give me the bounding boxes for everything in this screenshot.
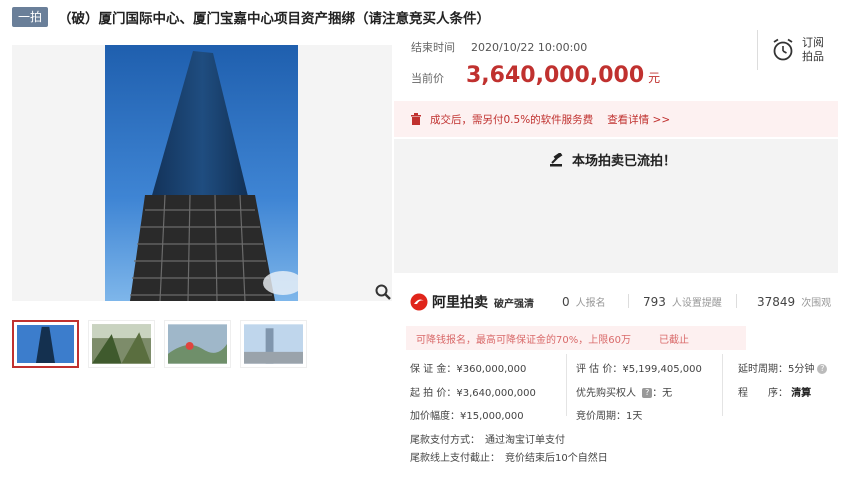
detail-delay: 延时周期：5分钟?	[738, 360, 828, 375]
thumbnail-strip	[12, 320, 307, 368]
auction-status: 本场拍卖已流拍！	[550, 150, 676, 169]
detail-pay-method: 尾款支付方式： 通过淘宝订单支付	[410, 435, 565, 446]
alarm-clock-icon	[773, 38, 793, 61]
subscribe-label-2: 拍品	[802, 50, 824, 63]
detail-pay-deadline: 尾款线上支付截止： 竞价结束后10个自然日	[410, 453, 608, 464]
page-title: （破）厦门国际中心、厦门宝嘉中心项目资产捆绑（请注意竞买人条件）	[58, 11, 491, 27]
current-price: 3,640,000,000	[466, 63, 645, 88]
stat-registered-value: 0	[562, 295, 570, 309]
stat-divider	[628, 294, 629, 308]
thumbnail-3[interactable]	[164, 320, 231, 368]
stat-registered: 0 人报名	[562, 294, 606, 309]
detail-procedure-value: 清算	[791, 388, 812, 399]
building-image	[105, 45, 298, 301]
detail-appraisal: 评 估 价：¥5,199,405,000	[576, 364, 702, 375]
thumbnail-2[interactable]	[88, 320, 155, 368]
help-icon[interactable]: ?	[817, 364, 828, 374]
title-row: 一拍 （破）厦门国际中心、厦门宝嘉中心项目资产捆绑（请注意竞买人条件）	[12, 6, 490, 28]
price-unit: 元	[648, 71, 661, 85]
stat-registered-label: 人报名	[575, 298, 606, 309]
deposit-reduction-status: 已截止	[658, 334, 689, 346]
price-label: 当前价	[411, 72, 444, 85]
alibaba-logo-icon	[410, 293, 428, 311]
detail-procedure-label: 程 序：	[738, 388, 788, 399]
trash-icon	[411, 113, 421, 125]
stat-views-value: 37849	[757, 295, 796, 309]
detail-priority: 优先购买权人 ? ：无	[576, 384, 672, 399]
price-row: 当前价 3,640,000,000 元	[411, 63, 660, 88]
brand-row: 阿里拍卖 破产强清	[410, 292, 534, 312]
detail-priority-value: ：无	[652, 388, 673, 399]
stat-reminders-label: 人设置提醒	[671, 298, 722, 309]
stat-divider	[736, 294, 737, 308]
gavel-icon	[550, 152, 563, 166]
subscribe-button[interactable]: 订阅 拍品	[757, 30, 837, 70]
detail-delay-text: 延时周期：5分钟	[738, 364, 815, 375]
fee-notice-bar: 成交后，需另付0.5%的软件服务费 查看详情 >>	[394, 101, 838, 137]
thumbnail-1[interactable]	[12, 320, 79, 368]
end-time-value: 2020/10/22 10:00:00	[471, 40, 588, 54]
deposit-reduction-text: 可降钱报名，最高可降保证金的70%，上限60万	[416, 334, 631, 346]
stat-reminders-value: 793	[643, 295, 666, 309]
auction-status-text: 本场拍卖已流拍！	[572, 154, 677, 169]
detail-cycle: 竞价周期：1天	[576, 411, 643, 422]
auction-round-tag: 一拍	[12, 7, 49, 27]
main-photo[interactable]	[12, 45, 392, 301]
detail-priority-label: 优先购买权人	[576, 388, 636, 399]
column-divider	[722, 354, 723, 416]
subscribe-label-1: 订阅	[802, 36, 824, 49]
fee-details-link[interactable]: 查看详情 >>	[607, 112, 670, 127]
stat-views: 37849 次围观	[757, 294, 831, 309]
fee-notice-text: 成交后，需另付0.5%的软件服务费	[430, 113, 594, 126]
end-time-row: 结束时间 2020/10/22 10:00:00	[411, 39, 587, 55]
brand-name: 阿里拍卖	[432, 295, 488, 311]
detail-increment: 加价幅度：¥15,000,000	[410, 411, 524, 422]
help-icon[interactable]: ?	[642, 388, 653, 398]
stat-views-label: 次围观	[801, 298, 832, 309]
detail-start-price: 起 拍 价：¥3,640,000,000	[410, 388, 536, 399]
detail-deposit: 保 证 金：¥360,000,000	[410, 364, 527, 375]
deposit-reduction-bar: 可降钱报名，最高可降保证金的70%，上限60万 已截止	[406, 326, 746, 350]
column-divider	[566, 354, 567, 416]
thumbnail-4[interactable]	[240, 320, 307, 368]
detail-procedure: 程 序： 清算	[738, 384, 811, 399]
brand-subtitle: 破产强清	[494, 298, 534, 310]
end-time-label: 结束时间	[411, 41, 455, 54]
zoom-icon[interactable]	[374, 283, 392, 301]
stat-reminders: 793 人设置提醒	[643, 294, 722, 309]
